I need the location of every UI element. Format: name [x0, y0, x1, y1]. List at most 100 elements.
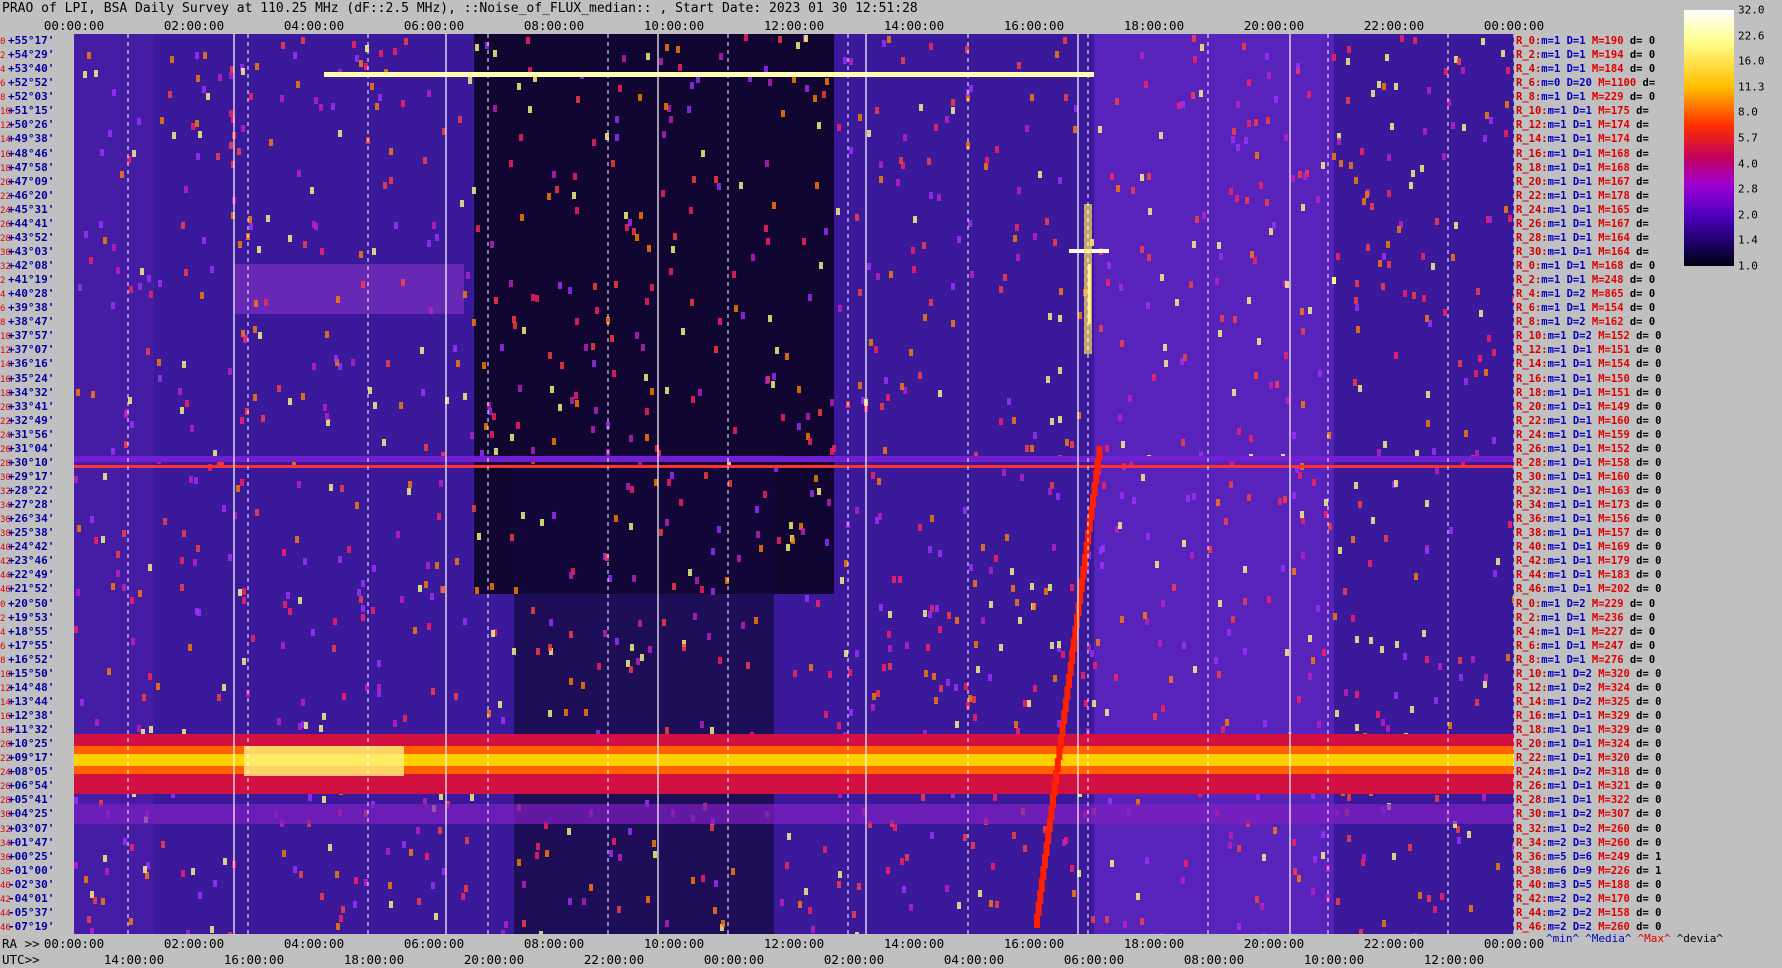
stats-legend: ^min^ ^Media^ ^Max^ ^devia^ [1546, 932, 1729, 945]
heatmap-speckle [213, 450, 217, 457]
heatmap-speckle [1275, 381, 1279, 388]
max-label: M= [1591, 681, 1611, 694]
heatmap-speckle [357, 589, 361, 596]
heatmap-speckle [338, 556, 342, 563]
devia-label: d= [1629, 864, 1656, 877]
heatmap-speckle [1464, 378, 1468, 385]
ra-tick-label: 08:00:00 [523, 936, 585, 951]
heatmap-speckle [386, 360, 390, 367]
beam-stat-row: R_24:m=1 D=1 M=165 d= [1516, 203, 1655, 217]
heatmap-speckle [510, 434, 514, 441]
heatmap-speckle [123, 838, 127, 845]
heatmap-speckle [308, 794, 312, 801]
heatmap-speckle [1229, 481, 1233, 488]
heatmap-speckle [518, 385, 522, 392]
heatmap-speckle [808, 907, 812, 914]
heatmap-speckle [1366, 244, 1370, 251]
heatmap-plot[interactable] [74, 34, 1514, 934]
max-label: M= [1591, 175, 1611, 188]
heatmap-speckle [824, 711, 828, 718]
median-label: D= [1566, 541, 1586, 554]
heatmap-speckle [1461, 67, 1465, 74]
heatmap-speckle [1380, 646, 1384, 653]
heatmap-speckle [258, 332, 262, 339]
median-label: D= [1560, 653, 1580, 666]
heatmap-speckle [589, 884, 593, 891]
heatmap-speckle [734, 305, 738, 312]
heatmap-speckle [1273, 827, 1277, 834]
max-value: 307 [1610, 808, 1630, 821]
max-value: 168 [1604, 260, 1624, 272]
heatmap-speckle [1355, 724, 1359, 731]
heatmap-speckle [210, 926, 214, 933]
heatmap-speckle [1332, 277, 1336, 284]
heatmap-speckle [1058, 416, 1062, 423]
sun-track [1051, 782, 1058, 796]
heatmap-speckle [184, 186, 188, 193]
heatmap-speckle [1269, 382, 1273, 389]
median-label: D= [1566, 372, 1586, 385]
max-label: M= [1591, 710, 1611, 722]
min-label: m= [1547, 470, 1561, 483]
heatmap-speckle [1508, 215, 1512, 222]
devia-value: 0 [1655, 400, 1662, 413]
declination-value: +11°32' [8, 723, 55, 737]
heatmap-speckle [792, 76, 796, 83]
heatmap-speckle [1311, 888, 1315, 895]
heatmap-speckle [281, 642, 285, 649]
heatmap-speckle [1050, 642, 1054, 649]
devia-label: d= [1636, 77, 1662, 90]
heatmap-speckle [146, 348, 150, 355]
heatmap-speckle [1017, 187, 1021, 194]
max-value: 160 [1610, 470, 1630, 483]
max-value: 164 [1610, 245, 1630, 258]
sun-track [1080, 566, 1087, 580]
heatmap-speckle [818, 409, 822, 416]
declination-value: -07°19' [8, 919, 55, 933]
heatmap-speckle [103, 237, 107, 244]
heatmap-speckle [90, 516, 94, 523]
min-label: m= [1547, 710, 1561, 722]
ra-tick-label: 00:00:00 [1483, 936, 1545, 951]
beam-name: R_2: [1516, 611, 1542, 624]
beam-index: 18 [0, 163, 11, 174]
heatmap-speckle [672, 583, 676, 590]
heatmap-speckle [836, 208, 840, 215]
max-label: M= [1591, 724, 1611, 737]
declination-value: +09°17' [8, 751, 55, 765]
heatmap-speckle [1033, 233, 1037, 240]
heatmap-speckle [1110, 860, 1114, 867]
beam-index: 44 [0, 908, 11, 919]
beam-stat-row: R_10:m=1 D=1 M=175 d= [1516, 104, 1655, 118]
devia-value: 0 [1648, 63, 1656, 76]
declination-value: +28°22' [8, 484, 55, 497]
heatmap-speckle [615, 134, 619, 141]
min-label: m= [1547, 541, 1561, 554]
declination-label: 16+35°24' [0, 372, 54, 386]
heatmap-speckle [796, 42, 800, 49]
devia-label: d= [1623, 302, 1649, 315]
heatmap-speckle [991, 863, 995, 870]
heatmap-speckle [138, 283, 142, 290]
heatmap-speckle [830, 448, 834, 455]
max-value: 154 [1604, 302, 1624, 315]
heatmap-speckle [352, 41, 356, 48]
declination-label: 38+25°38' [0, 526, 54, 540]
heatmap-speckle [128, 397, 132, 404]
median-label: D= [1566, 555, 1586, 568]
heatmap-speckle [1308, 307, 1312, 314]
declination-value: +26°34' [8, 512, 55, 526]
beam-name: R_30: [1516, 470, 1548, 483]
beam-index: 44 [0, 571, 11, 582]
heatmap-speckle [1007, 398, 1011, 405]
heatmap-speckle [145, 872, 149, 879]
heatmap-speckle [458, 116, 462, 123]
heatmap-speckle [477, 533, 481, 540]
heatmap-speckle [630, 486, 634, 493]
max-value: 163 [1610, 485, 1630, 497]
devia-value: 0 [1648, 302, 1656, 315]
heatmap-speckle [689, 207, 693, 214]
heatmap-speckle [182, 530, 186, 537]
heatmap-speckle [635, 234, 639, 241]
heatmap-speckle [971, 842, 975, 849]
